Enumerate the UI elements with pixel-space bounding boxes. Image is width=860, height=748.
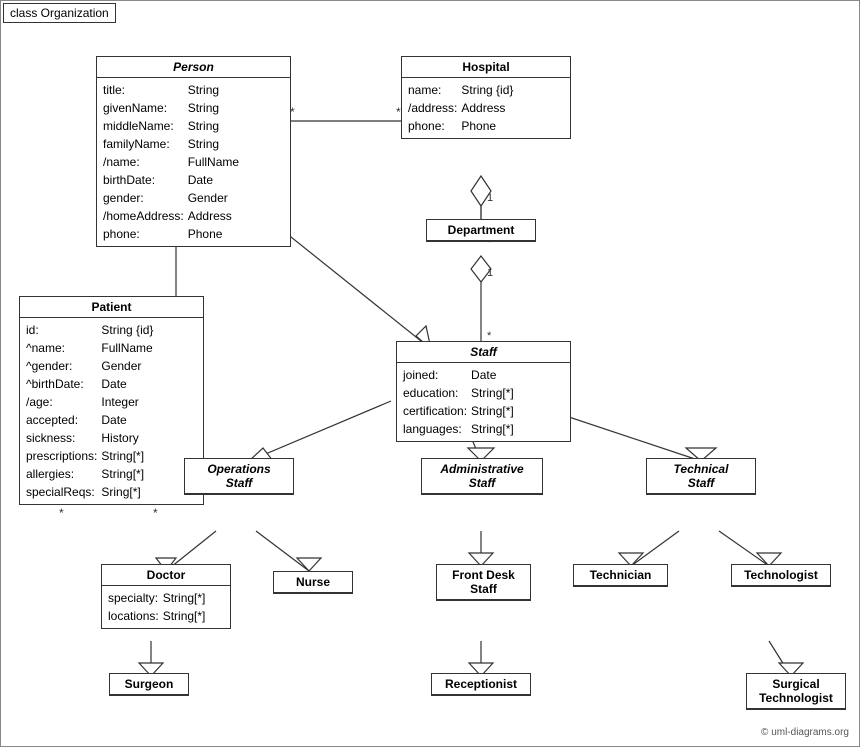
- administrative-staff-class: AdministrativeStaff: [421, 458, 543, 495]
- operations-staff-class: OperationsStaff: [184, 458, 294, 495]
- operations-staff-title: OperationsStaff: [185, 459, 293, 494]
- staff-attributes: joined:Date education:String[*] certific…: [397, 363, 570, 441]
- technical-staff-class: TechnicalStaff: [646, 458, 756, 495]
- department-title: Department: [427, 220, 535, 241]
- hospital-class: Hospital name:String {id} /address:Addre…: [401, 56, 571, 139]
- technologist-title: Technologist: [732, 565, 830, 586]
- svg-text:1: 1: [487, 192, 493, 204]
- surgeon-class: Surgeon: [109, 673, 189, 696]
- svg-text:*: *: [153, 506, 158, 520]
- patient-attributes: id:String {id} ^name:FullName ^gender:Ge…: [20, 318, 203, 504]
- diagram-title: class Organization: [3, 3, 116, 23]
- copyright: © uml-diagrams.org: [761, 727, 849, 738]
- person-class: Person title:String givenName:String mid…: [96, 56, 291, 247]
- patient-title: Patient: [20, 297, 203, 318]
- front-desk-staff-title: Front DeskStaff: [437, 565, 530, 600]
- hospital-title: Hospital: [402, 57, 570, 78]
- patient-class: Patient id:String {id} ^name:FullName ^g…: [19, 296, 204, 505]
- nurse-class: Nurse: [273, 571, 353, 594]
- doctor-title: Doctor: [102, 565, 230, 586]
- surgical-technologist-title: SurgicalTechnologist: [747, 674, 845, 709]
- front-desk-staff-class: Front DeskStaff: [436, 564, 531, 601]
- nurse-title: Nurse: [274, 572, 352, 593]
- staff-class: Staff joined:Date education:String[*] ce…: [396, 341, 571, 442]
- department-class: Department: [426, 219, 536, 242]
- receptionist-title: Receptionist: [432, 674, 530, 695]
- technical-staff-title: TechnicalStaff: [647, 459, 755, 494]
- surgeon-title: Surgeon: [110, 674, 188, 695]
- doctor-attributes: specialty:String[*] locations:String[*]: [102, 586, 230, 628]
- svg-text:*: *: [59, 506, 64, 520]
- person-attributes: title:String givenName:String middleName…: [97, 78, 290, 246]
- technician-class: Technician: [573, 564, 668, 587]
- diagram-container: class Organization: [0, 0, 860, 747]
- hospital-attributes: name:String {id} /address:Address phone:…: [402, 78, 570, 138]
- doctor-class: Doctor specialty:String[*] locations:Str…: [101, 564, 231, 629]
- receptionist-class: Receptionist: [431, 673, 531, 696]
- person-title: Person: [97, 57, 290, 78]
- svg-text:1: 1: [487, 267, 493, 279]
- technologist-class: Technologist: [731, 564, 831, 587]
- administrative-staff-title: AdministrativeStaff: [422, 459, 542, 494]
- staff-title: Staff: [397, 342, 570, 363]
- surgical-technologist-class: SurgicalTechnologist: [746, 673, 846, 710]
- technician-title: Technician: [574, 565, 667, 586]
